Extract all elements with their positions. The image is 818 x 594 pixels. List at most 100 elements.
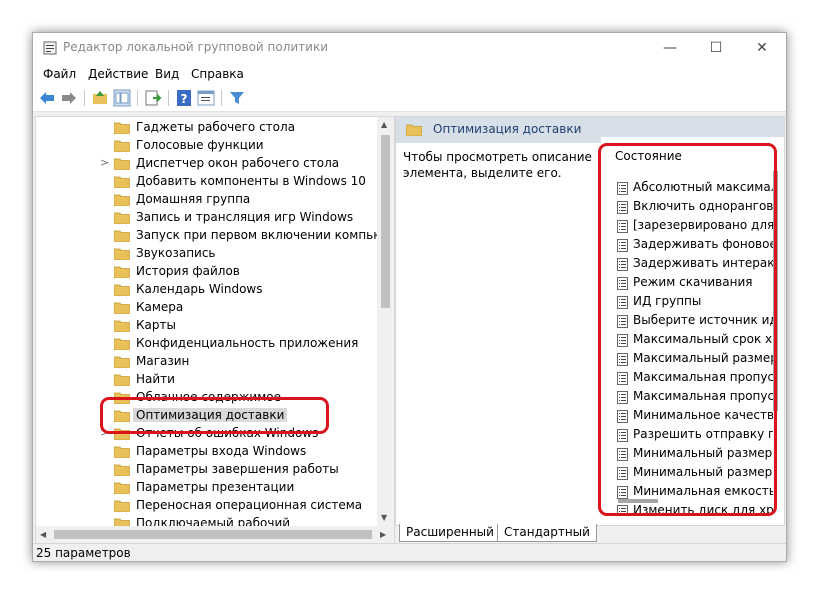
policy-setting-icon bbox=[617, 220, 628, 233]
toolbar-separator bbox=[137, 90, 138, 106]
tree-item[interactable]: Облачное содержимое bbox=[36, 389, 376, 407]
tab-standard[interactable]: Стандартный bbox=[497, 524, 597, 542]
policy-setting-item[interactable]: ИД группы bbox=[613, 293, 773, 311]
folder-icon bbox=[114, 122, 130, 134]
up-folder-icon[interactable] bbox=[91, 89, 109, 107]
view-tabs: Расширенный Стандартный bbox=[395, 524, 785, 542]
policy-setting-item[interactable]: Включить одноранговое bbox=[613, 198, 773, 216]
tree-scroll-thumb[interactable] bbox=[381, 135, 390, 308]
settings-scroll-thumb[interactable] bbox=[773, 171, 778, 411]
policy-setting-item[interactable]: [зарезервировано для ис bbox=[613, 217, 773, 235]
toolbar-separator bbox=[168, 90, 169, 106]
policy-setting-item[interactable]: Режим скачивания bbox=[613, 274, 773, 292]
column-header-state[interactable]: Состояние bbox=[615, 149, 682, 163]
minimize-icon[interactable]: — bbox=[647, 33, 693, 63]
policy-setting-item[interactable]: Минимальная емкость С bbox=[613, 483, 773, 501]
policy-setting-item[interactable]: Изменить диск для хранен bbox=[613, 502, 773, 514]
folder-icon bbox=[114, 446, 130, 458]
tree-item[interactable]: Добавить компоненты в Windows 10 bbox=[36, 173, 376, 191]
tree-item-label: Голосовые функции bbox=[136, 138, 264, 152]
show-tree-icon[interactable] bbox=[113, 89, 131, 107]
tree-item[interactable]: Параметры завершения работы bbox=[36, 461, 376, 479]
policy-setting-label: Минимальная емкость С bbox=[633, 484, 773, 498]
tree-item[interactable]: Параметры входа Windows bbox=[36, 443, 376, 461]
tree-item[interactable]: Гаджеты рабочего стола bbox=[36, 119, 376, 137]
help-icon[interactable]: ? bbox=[175, 89, 193, 107]
menu-view[interactable]: Вид bbox=[155, 67, 179, 81]
policy-setting-item[interactable]: Максимальный срок хра bbox=[613, 331, 773, 349]
folder-icon bbox=[114, 410, 130, 422]
menu-file[interactable]: Файл bbox=[43, 67, 76, 81]
policy-setting-item[interactable]: Минимальное качество bbox=[613, 407, 773, 425]
close-icon[interactable]: ✕ bbox=[739, 33, 785, 63]
policy-setting-item[interactable]: Минимальный размер ф bbox=[613, 464, 773, 482]
folder-icon bbox=[114, 212, 130, 224]
maximize-icon[interactable]: ☐ bbox=[693, 33, 739, 63]
settings-list[interactable]: Состояние Абсолютный максимальный Включит… bbox=[601, 137, 784, 525]
folder-icon bbox=[114, 356, 130, 368]
policy-setting-item[interactable]: Задерживать интерактив bbox=[613, 255, 773, 273]
tree-item[interactable]: Календарь Windows bbox=[36, 281, 376, 299]
scroll-left-icon[interactable]: ◀ bbox=[40, 530, 46, 539]
tree-item[interactable]: Домашняя группа bbox=[36, 191, 376, 209]
policy-setting-item[interactable]: Максимальная пропускн bbox=[613, 369, 773, 387]
tree-item[interactable]: Конфиденциальность приложения bbox=[36, 335, 376, 353]
tree-item[interactable]: > Диспетчер окон рабочего стола bbox=[36, 155, 376, 173]
tree-item[interactable]: Звукозапись bbox=[36, 245, 376, 263]
policy-setting-label: Включить одноранговое bbox=[633, 199, 773, 213]
policy-setting-icon bbox=[617, 239, 628, 252]
tree-item[interactable]: Оптимизация доставки bbox=[36, 407, 376, 425]
policy-setting-item[interactable]: Разрешить отправку при bbox=[613, 426, 773, 444]
toolbar-separator bbox=[221, 90, 222, 106]
tree-item-label: Камера bbox=[136, 300, 184, 314]
tree-horizontal-scrollbar[interactable]: ◀ ▶ bbox=[36, 526, 394, 543]
policy-setting-icon bbox=[617, 372, 628, 385]
policy-setting-icon bbox=[617, 410, 628, 423]
expand-chevron-icon[interactable]: > bbox=[100, 156, 109, 169]
tree-item-label: Конфиденциальность приложения bbox=[136, 336, 359, 350]
tree-item[interactable]: > Отчеты об ошибках Windows bbox=[36, 425, 376, 443]
policy-setting-item[interactable]: Абсолютный максимальный bbox=[613, 179, 773, 197]
tree-item[interactable]: Голосовые функции bbox=[36, 137, 376, 155]
tree-item[interactable]: Магазин bbox=[36, 353, 376, 371]
tree-item[interactable]: Найти bbox=[36, 371, 376, 389]
expand-chevron-icon[interactable]: > bbox=[100, 426, 109, 439]
properties-icon[interactable] bbox=[197, 89, 215, 107]
policy-tree-pane[interactable]: Подключаемый рабочий Переносная операцион… bbox=[35, 116, 395, 544]
scroll-up-icon[interactable]: ▲ bbox=[381, 120, 387, 129]
settings-vertical-scrollbar[interactable] bbox=[773, 167, 778, 497]
tree-item-label: Запуск при первом включении компьютер bbox=[136, 228, 395, 242]
menu-help[interactable]: Справка bbox=[191, 67, 244, 81]
back-arrow-icon[interactable] bbox=[38, 89, 56, 107]
tree-item[interactable]: Параметры презентации bbox=[36, 479, 376, 497]
tree-item[interactable]: Запись и трансляция игр Windows bbox=[36, 209, 376, 227]
export-icon[interactable] bbox=[144, 89, 162, 107]
tree-vertical-scrollbar[interactable]: ▲ ▼ bbox=[377, 117, 394, 526]
policy-setting-label: Минимальный размер д bbox=[633, 446, 773, 460]
title-bar[interactable]: Редактор локальной групповой политики — … bbox=[33, 33, 786, 63]
policy-setting-label: Разрешить отправку при bbox=[633, 427, 773, 441]
tab-extended[interactable]: Расширенный bbox=[399, 524, 501, 542]
tree-item-label: Карты bbox=[136, 318, 176, 332]
window-title: Редактор локальной групповой политики bbox=[63, 40, 329, 54]
tree-item[interactable]: Переносная операционная система bbox=[36, 497, 376, 515]
tree-hscroll-thumb[interactable] bbox=[54, 530, 372, 539]
scroll-right-icon[interactable]: ▶ bbox=[380, 530, 386, 539]
policy-setting-icon bbox=[617, 391, 628, 404]
policy-setting-item[interactable]: Максимальный размер к bbox=[613, 350, 773, 368]
policy-setting-item[interactable]: Максимальная пропускн bbox=[613, 388, 773, 406]
tree-item[interactable]: История файлов bbox=[36, 263, 376, 281]
menu-action[interactable]: Действие bbox=[88, 67, 148, 81]
policy-setting-item[interactable]: Задерживать фоновое с bbox=[613, 236, 773, 254]
tree-item-label: Календарь Windows bbox=[136, 282, 263, 296]
tree-item[interactable]: Запуск при первом включении компьютер bbox=[36, 227, 394, 245]
policy-setting-item[interactable]: Выберите источник иден bbox=[613, 312, 773, 330]
scroll-down-icon[interactable]: ▼ bbox=[381, 513, 387, 522]
policy-setting-icon bbox=[617, 505, 628, 514]
filter-icon[interactable] bbox=[228, 89, 246, 107]
forward-arrow-icon[interactable] bbox=[60, 89, 78, 107]
tree-item-label: Гаджеты рабочего стола bbox=[136, 120, 296, 134]
tree-item[interactable]: Камера bbox=[36, 299, 376, 317]
tree-item[interactable]: Карты bbox=[36, 317, 376, 335]
policy-setting-item[interactable]: Минимальный размер д bbox=[613, 445, 773, 463]
